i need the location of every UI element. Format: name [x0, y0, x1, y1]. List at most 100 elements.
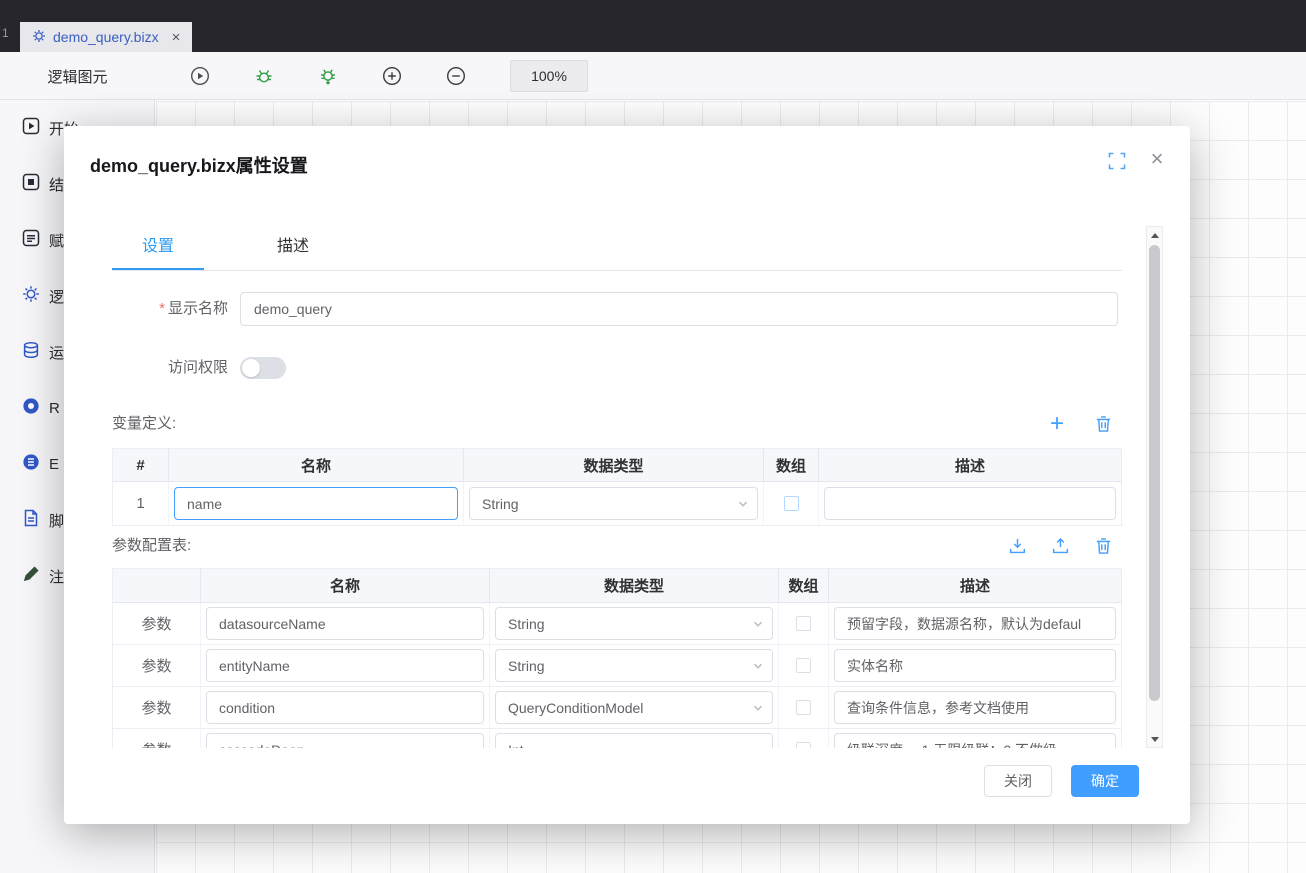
variables-table: # 名称 数据类型 数组 描述 1 [112, 448, 1122, 526]
dialog-body: 设置 描述 *显示名称 访问权限 变量定义: + [112, 226, 1122, 748]
param-array-checkbox[interactable] [796, 742, 811, 748]
tab-close-icon[interactable]: × [172, 29, 181, 46]
tab-settings[interactable]: 设置 [112, 226, 204, 270]
dialog-footer: 关闭 确定 [984, 765, 1139, 797]
col-name: 名称 [201, 569, 490, 602]
param-kind-label: 参数 [113, 645, 201, 686]
scroll-up-icon[interactable] [1147, 227, 1162, 243]
param-desc-input[interactable] [834, 649, 1116, 682]
variables-label: 变量定义: [112, 415, 176, 432]
palette-item-label: E [49, 456, 59, 473]
confirm-button[interactable]: 确定 [1071, 765, 1139, 797]
delete-variable-icon[interactable] [1093, 413, 1113, 435]
app-root: 1 demo_query.bizx × 逻辑图元 [0, 0, 1306, 873]
variable-type-select[interactable] [469, 487, 758, 520]
col-type: 数据类型 [490, 569, 779, 602]
palette-item-label: 运 [49, 342, 64, 363]
palette-item-label: 脚 [49, 510, 64, 531]
col-kind [113, 569, 201, 602]
canvas-toolbar: 100% [156, 52, 1306, 100]
start-icon [22, 117, 40, 139]
end-icon [22, 173, 40, 195]
access-permission-toggle[interactable] [240, 357, 286, 379]
debug-step-icon[interactable] [318, 66, 338, 86]
palette-item-label: 逻 [49, 286, 64, 307]
col-array: 数组 [764, 449, 819, 481]
param-desc-input[interactable] [834, 607, 1116, 640]
scrollbar-thumb[interactable] [1149, 245, 1160, 701]
variable-name-input[interactable] [174, 487, 458, 520]
palette-item-label: 注 [49, 566, 64, 587]
script-icon [22, 509, 40, 531]
required-mark: * [159, 300, 165, 317]
display-name-label: *显示名称 [112, 292, 228, 326]
play-circle-icon[interactable] [190, 66, 210, 86]
tab-demo-query-bizx[interactable]: demo_query.bizx × [20, 22, 192, 52]
variable-index: 1 [113, 482, 169, 525]
param-type-select[interactable] [495, 607, 773, 640]
close-button[interactable]: 关闭 [984, 765, 1052, 797]
palette-title: 逻辑图元 [0, 52, 155, 100]
import-params-icon[interactable] [1007, 535, 1027, 557]
variable-array-checkbox[interactable] [784, 496, 799, 511]
params-label: 参数配置表: [112, 537, 191, 554]
col-index: # [113, 449, 169, 481]
param-row: 参数 [113, 645, 1121, 687]
param-name-input[interactable] [206, 607, 484, 640]
e-node-icon [22, 453, 40, 475]
param-desc-input[interactable] [834, 733, 1116, 748]
logic-gear-icon [22, 285, 40, 307]
dialog-title: demo_query.bizx属性设置 [90, 152, 308, 178]
param-type-select[interactable] [495, 649, 773, 682]
col-desc: 描述 [829, 569, 1121, 602]
palette-item-label: 结 [49, 174, 64, 195]
tab-bar: 1 demo_query.bizx × [0, 0, 1306, 52]
param-array-checkbox[interactable] [796, 700, 811, 715]
access-permission-label: 访问权限 [112, 351, 228, 385]
zoom-in-icon[interactable] [382, 66, 402, 86]
display-name-input[interactable] [240, 292, 1118, 326]
add-variable-icon[interactable]: + [1047, 413, 1067, 435]
param-array-checkbox[interactable] [796, 658, 811, 673]
param-name-input[interactable] [206, 649, 484, 682]
delete-params-icon[interactable] [1093, 535, 1113, 557]
zoom-out-icon[interactable] [446, 66, 466, 86]
tab-title: demo_query.bizx [53, 29, 159, 45]
r-node-icon [22, 397, 40, 419]
variables-table-header: # 名称 数据类型 数组 描述 [113, 449, 1121, 482]
params-table-body: 参数 [113, 603, 1121, 748]
col-name: 名称 [169, 449, 464, 481]
col-array: 数组 [779, 569, 829, 602]
export-params-icon[interactable] [1050, 535, 1070, 557]
fullscreen-icon[interactable] [1108, 152, 1126, 170]
palette-item-label: R [49, 400, 60, 417]
params-table-header: 名称 数据类型 数组 描述 [113, 569, 1121, 603]
pen-icon [22, 565, 40, 587]
dialog-tabs: 设置 描述 [112, 226, 1122, 271]
palette-item-label: 赋 [49, 230, 64, 251]
properties-dialog: demo_query.bizx属性设置 × 设置 描述 *显示名称 访问权限 变… [64, 126, 1190, 824]
param-row: 参数 [113, 687, 1121, 729]
tab-description[interactable]: 描述 [247, 226, 339, 270]
param-row: 参数 [113, 603, 1121, 645]
param-type-select[interactable] [495, 733, 773, 748]
scroll-down-icon[interactable] [1147, 731, 1162, 747]
param-row: 参数 [113, 729, 1121, 748]
dialog-scrollbar[interactable] [1146, 226, 1163, 748]
zoom-level-button[interactable]: 100% [510, 60, 588, 92]
toolbar-row: 逻辑图元 [0, 52, 1306, 100]
param-array-checkbox[interactable] [796, 616, 811, 631]
close-icon[interactable]: × [1146, 146, 1168, 172]
assign-icon [22, 229, 40, 251]
variable-desc-input[interactable] [824, 487, 1116, 520]
col-type: 数据类型 [464, 449, 764, 481]
param-desc-input[interactable] [834, 691, 1116, 724]
debug-bug-icon[interactable] [254, 66, 274, 86]
param-name-input[interactable] [206, 733, 484, 748]
edge-text: 1 [2, 26, 9, 40]
param-kind-label: 参数 [113, 603, 201, 644]
database-icon [22, 341, 40, 363]
params-section-header: 参数配置表: [112, 532, 1122, 560]
param-type-select[interactable] [495, 691, 773, 724]
param-name-input[interactable] [206, 691, 484, 724]
